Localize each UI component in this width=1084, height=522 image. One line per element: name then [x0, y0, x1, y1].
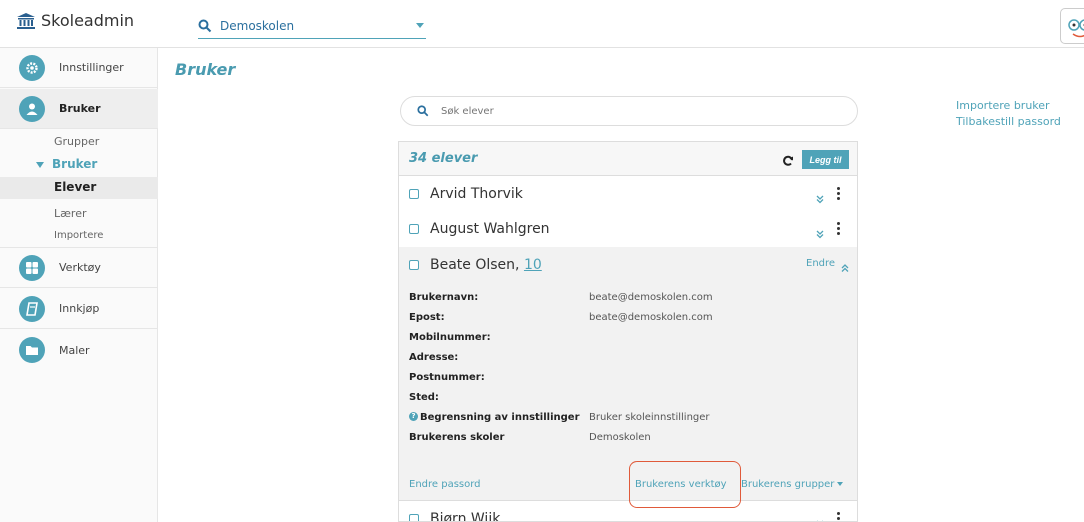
detail-row: Epost: beate@demoskolen.com [409, 307, 713, 327]
detail-row: Postnummer: [409, 367, 713, 387]
edit-link[interactable]: Endre [806, 258, 835, 269]
detail-key: Adresse: [409, 351, 459, 363]
sidebar-item-innkjop[interactable]: Innkjøp [0, 289, 158, 329]
list-item[interactable]: August Wahlgren [399, 212, 857, 248]
building-icon [17, 12, 35, 29]
student-name: August Wahlgren [430, 221, 550, 237]
row-checkbox[interactable] [409, 260, 419, 270]
sidebar-item-label: Maler [59, 343, 90, 357]
detail-row: Brukerens skoler Demoskolen [409, 427, 713, 447]
detail-key-with-help: ? Begrensning av innstillinger [409, 412, 589, 423]
add-user-button[interactable]: Legg til [802, 150, 849, 169]
sidebar-sub-importere[interactable]: Importere [54, 230, 103, 241]
app-title: Skoleadmin [41, 11, 135, 30]
search-icon [198, 18, 214, 34]
detail-row: Brukernavn: beate@demoskolen.com [409, 287, 713, 307]
detail-key: Mobilnummer: [409, 331, 491, 343]
sidebar-item-label: Innstillinger [59, 61, 124, 74]
detail-row: Mobilnummer: [409, 327, 713, 347]
sidebar-sub-grupper[interactable]: Grupper [54, 135, 99, 148]
detail-row: Adresse: [409, 347, 713, 367]
more-menu-icon[interactable] [837, 512, 841, 521]
sidebar-item-label: Bruker [59, 102, 101, 115]
search-bar[interactable] [400, 96, 858, 126]
detail-key: Brukernavn: [409, 291, 479, 303]
user-groups-dropdown[interactable]: Brukerens grupper [741, 479, 844, 490]
import-users-link[interactable]: Importere bruker [956, 98, 1061, 114]
sidebar: Innstillinger Bruker Grupper Bruker Elev… [0, 48, 158, 522]
folder-icon [19, 337, 45, 363]
caret-down-icon [837, 482, 844, 486]
book-icon [19, 295, 45, 322]
sidebar-sub-laerer[interactable]: Lærer [54, 207, 87, 220]
sidebar-sub-bruker-label: Bruker [52, 157, 98, 171]
sidebar-item-label: Innkjøp [59, 302, 100, 315]
school-select[interactable]: Demoskolen [198, 13, 426, 39]
detail-key: Begrensning av innstillinger [420, 411, 580, 423]
top-bar: Skoleadmin Demoskolen [0, 0, 1084, 48]
student-name: Beate Olsen, 10 [430, 257, 542, 273]
sidebar-item-verktoy[interactable]: Verktøy [0, 248, 158, 288]
detail-row: Sted: [409, 387, 713, 407]
refresh-icon[interactable] [782, 152, 794, 171]
double-chevron-down-icon[interactable] [815, 224, 825, 243]
student-name: Arvid Thorvik [430, 186, 523, 202]
app-logo[interactable]: Skoleadmin [17, 11, 134, 30]
detail-key: Brukerens skoler [409, 431, 505, 443]
expanded-user-card: Beate Olsen, 10 Endre Brukernavn: beate@d… [399, 247, 857, 501]
user-icon [19, 95, 45, 122]
help-icon[interactable]: ? [409, 412, 418, 421]
double-chevron-up-icon[interactable] [840, 258, 850, 277]
right-links: Importere bruker Tilbakestill passord [956, 98, 1061, 130]
face-icon [1068, 19, 1084, 38]
user-groups-label: Brukerens grupper [741, 479, 835, 490]
student-list-panel: 34 elever Legg til Arvid Thorvik August … [398, 141, 858, 522]
school-select-value: Demoskolen [220, 18, 295, 33]
user-details: Brukernavn: beate@demoskolen.com Epost: be… [409, 287, 713, 447]
detail-key: Postnummer: [409, 371, 485, 383]
sidebar-sub-elever-row[interactable]: Elever [0, 177, 158, 199]
student-name: Bjørn Wiik [430, 511, 501, 522]
list-item[interactable]: Bjørn Wiik [399, 502, 857, 522]
sidebar-item-bruker[interactable]: Bruker [0, 89, 158, 129]
caret-down-icon [36, 161, 44, 168]
detail-value: beate@demoskolen.com [589, 291, 713, 303]
list-header: 34 elever Legg til [399, 142, 857, 176]
row-checkbox[interactable] [409, 224, 419, 234]
list-item[interactable]: Arvid Thorvik [399, 177, 857, 213]
highlight-annotation [629, 461, 741, 508]
search-input[interactable] [441, 105, 821, 117]
detail-key: Sted: [409, 391, 439, 403]
more-menu-icon[interactable] [837, 222, 841, 235]
sidebar-sub-elever: Elever [54, 180, 97, 194]
student-count: 34 elever [409, 151, 478, 166]
double-chevron-down-icon[interactable] [815, 189, 825, 208]
sidebar-sub-bruker[interactable]: Bruker [36, 157, 97, 171]
gear-icon [19, 54, 45, 81]
grid-icon [19, 254, 45, 281]
student-name-text: Beate Olsen, [430, 257, 520, 273]
detail-key: Epost: [409, 311, 445, 323]
sidebar-item-label: Verktøy [59, 261, 101, 274]
sidebar-item-innstillinger[interactable]: Innstillinger [0, 48, 158, 88]
change-password-link[interactable]: Endre passord [409, 479, 481, 490]
search-icon [417, 102, 429, 121]
sidebar-item-maler[interactable]: Maler [0, 330, 158, 370]
detail-value: Demoskolen [589, 431, 651, 443]
page-title: Bruker [175, 60, 236, 79]
student-grade-link[interactable]: 10 [524, 257, 542, 273]
detail-row: ? Begrensning av innstillinger Bruker skol… [409, 407, 713, 427]
caret-down-icon [416, 23, 424, 28]
detail-value: Bruker skoleinnstillinger [589, 411, 710, 423]
more-menu-icon[interactable] [837, 187, 841, 200]
user-avatar-button[interactable] [1060, 8, 1084, 44]
double-chevron-down-icon[interactable] [815, 514, 825, 521]
row-checkbox[interactable] [409, 189, 419, 199]
detail-value: beate@demoskolen.com [589, 311, 713, 323]
reset-password-link[interactable]: Tilbakestill passord [956, 114, 1061, 130]
row-checkbox[interactable] [409, 514, 419, 521]
